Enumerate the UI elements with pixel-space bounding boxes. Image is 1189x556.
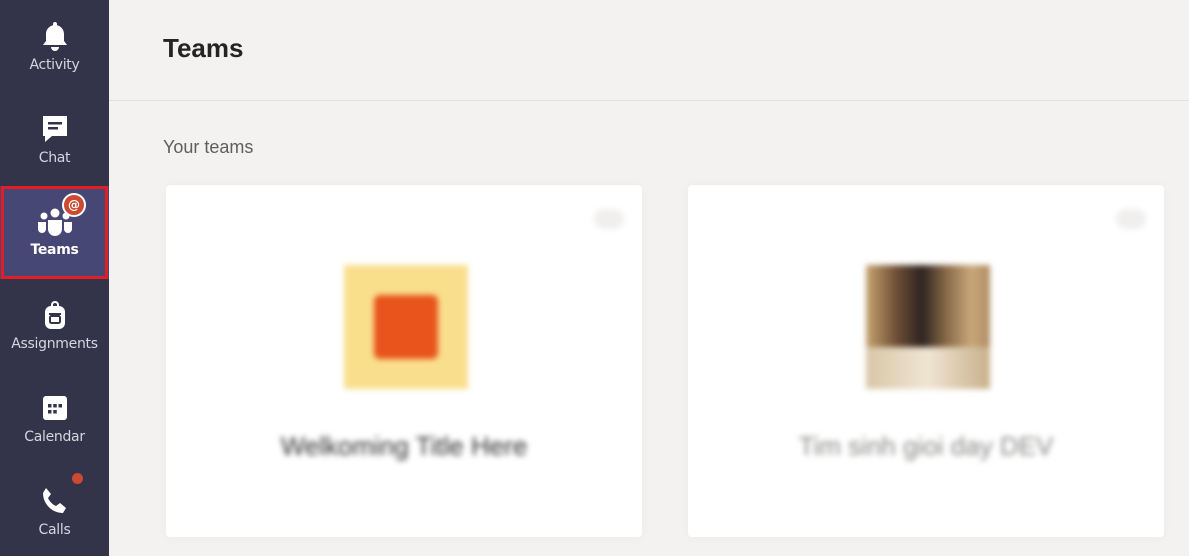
rail-item-calls[interactable]: Calls [0,465,109,556]
rail-item-chat[interactable]: Chat [0,93,109,186]
team-avatar [344,265,468,389]
section-label: Your teams [163,137,254,157]
rail-item-assignments[interactable]: Assignments [0,279,109,372]
calendar-icon [40,392,70,424]
more-options-icon[interactable] [1116,209,1146,229]
chat-icon [40,113,70,145]
rail-item-label: Chat [38,150,71,166]
team-avatar [866,265,990,389]
mention-badge: @ [62,193,86,217]
rail-item-label: Calls [38,522,71,538]
page-title: Teams [163,33,244,63]
rail-item-label: Activity [29,57,80,73]
rail-item-label: Calendar [24,429,85,445]
rail-item-label: Assignments [11,336,98,352]
notification-dot [72,473,83,484]
rail-item-activity[interactable]: Activity [0,0,109,93]
team-card[interactable]: Welkoming Title Here [166,185,642,537]
more-options-icon[interactable] [594,209,624,229]
team-card[interactable]: Tim sinh gioi day DEV [688,185,1164,537]
app-rail: Activity Chat Teams Assignments Calendar… [0,0,109,556]
rail-item-calendar[interactable]: Calendar [0,372,109,465]
bell-icon [40,20,70,52]
phone-icon [40,485,70,517]
team-name: Tim sinh gioi day DEV [798,431,1054,461]
page-header: Teams [109,0,1189,101]
rail-item-teams[interactable]: Teams [0,186,109,279]
backpack-icon [40,299,70,331]
rail-item-label: Teams [30,242,79,258]
team-name: Welkoming Title Here [280,431,528,461]
